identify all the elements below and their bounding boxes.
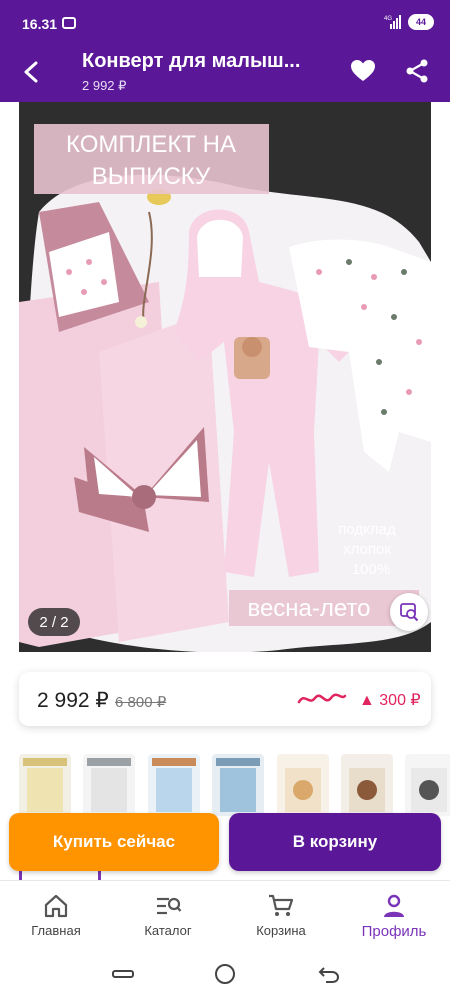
overlay-lining-line2: хлопок — [343, 541, 391, 558]
svg-text:4G: 4G — [384, 16, 392, 22]
heart-icon — [351, 60, 375, 81]
status-time: 16.31 — [22, 16, 58, 32]
home-icon — [44, 894, 68, 918]
thumbnail[interactable] — [19, 754, 71, 816]
buy-now-button[interactable]: Купить сейчас — [9, 813, 219, 871]
current-price: 2 992 ₽ — [37, 689, 109, 712]
thumbnail[interactable] — [277, 754, 329, 816]
add-to-cart-button[interactable]: В корзину — [229, 813, 441, 871]
share-button[interactable] — [400, 54, 434, 88]
signal-icon: 4G — [384, 15, 401, 29]
thumbnail[interactable] — [341, 754, 393, 816]
overlay-lining-line1: подклад — [338, 521, 396, 538]
back-button[interactable] — [14, 54, 50, 90]
catalog-search-icon — [157, 897, 182, 915]
thumbnail[interactable] — [83, 754, 135, 816]
thumbnail-strip — [19, 754, 450, 816]
status-icons: 4G 44 — [384, 13, 434, 31]
favorite-button[interactable] — [346, 54, 380, 88]
nav-label-profile: Профиль — [361, 923, 427, 940]
recents-icon[interactable] — [112, 970, 134, 978]
thumbnail[interactable] — [148, 754, 200, 816]
image-search-icon — [400, 603, 419, 622]
status-bar: 16.31 4G 44 — [0, 0, 450, 40]
system-navigation-bar — [0, 952, 450, 1000]
overlay-heading-line2: ВЫПИСКУ — [92, 163, 211, 190]
old-price: 6 800 ₽ — [115, 694, 167, 711]
app-header: Конверт для малыш... 2 992 ₽ — [0, 40, 450, 102]
thumbnail[interactable] — [212, 754, 264, 816]
home-circle-icon[interactable] — [215, 964, 235, 984]
notification-icon — [62, 17, 76, 29]
nav-item-home[interactable]: Главная — [0, 881, 112, 953]
visual-search-button[interactable] — [390, 593, 428, 631]
price-card: 2 992 ₽ 6 800 ₽ ▲ 300 ₽ — [19, 672, 431, 726]
nav-label-cart: Корзина — [256, 923, 306, 938]
nav-label-home: Главная — [31, 923, 81, 938]
nav-item-profile[interactable]: Профиль — [338, 881, 450, 953]
battery-level: 44 — [415, 17, 426, 27]
overlay-lining-line3: 100% — [352, 561, 390, 578]
nav-item-catalog[interactable]: Каталог — [112, 881, 224, 953]
nav-label-catalog: Каталог — [144, 923, 192, 938]
share-icon — [406, 59, 428, 83]
page-title: Конверт для малыш... — [82, 50, 301, 72]
price-change: ▲ 300 ₽ — [359, 692, 421, 709]
back-arrow-icon[interactable] — [318, 964, 340, 984]
arrow-left-icon — [24, 61, 38, 83]
nav-item-cart[interactable]: Корзина — [225, 881, 337, 953]
battery-icon: 44 — [408, 14, 434, 30]
bottom-navigation: Главная Каталог Корзина Профиль — [0, 880, 450, 952]
profile-icon — [384, 894, 404, 917]
header-price: 2 992 ₽ — [82, 78, 127, 93]
cart-icon — [269, 894, 294, 916]
image-counter: 2 / 2 — [28, 608, 80, 636]
overlay-heading-line1: КОМПЛЕКТ НА — [66, 131, 236, 158]
overlay-season: весна-лето — [247, 595, 370, 622]
product-image[interactable]: КОМПЛЕКТ НА ВЫПИСКУ подклад хлопок 100% … — [19, 102, 431, 652]
thumbnail[interactable] — [405, 754, 450, 816]
price-trend-icon — [297, 693, 347, 704]
